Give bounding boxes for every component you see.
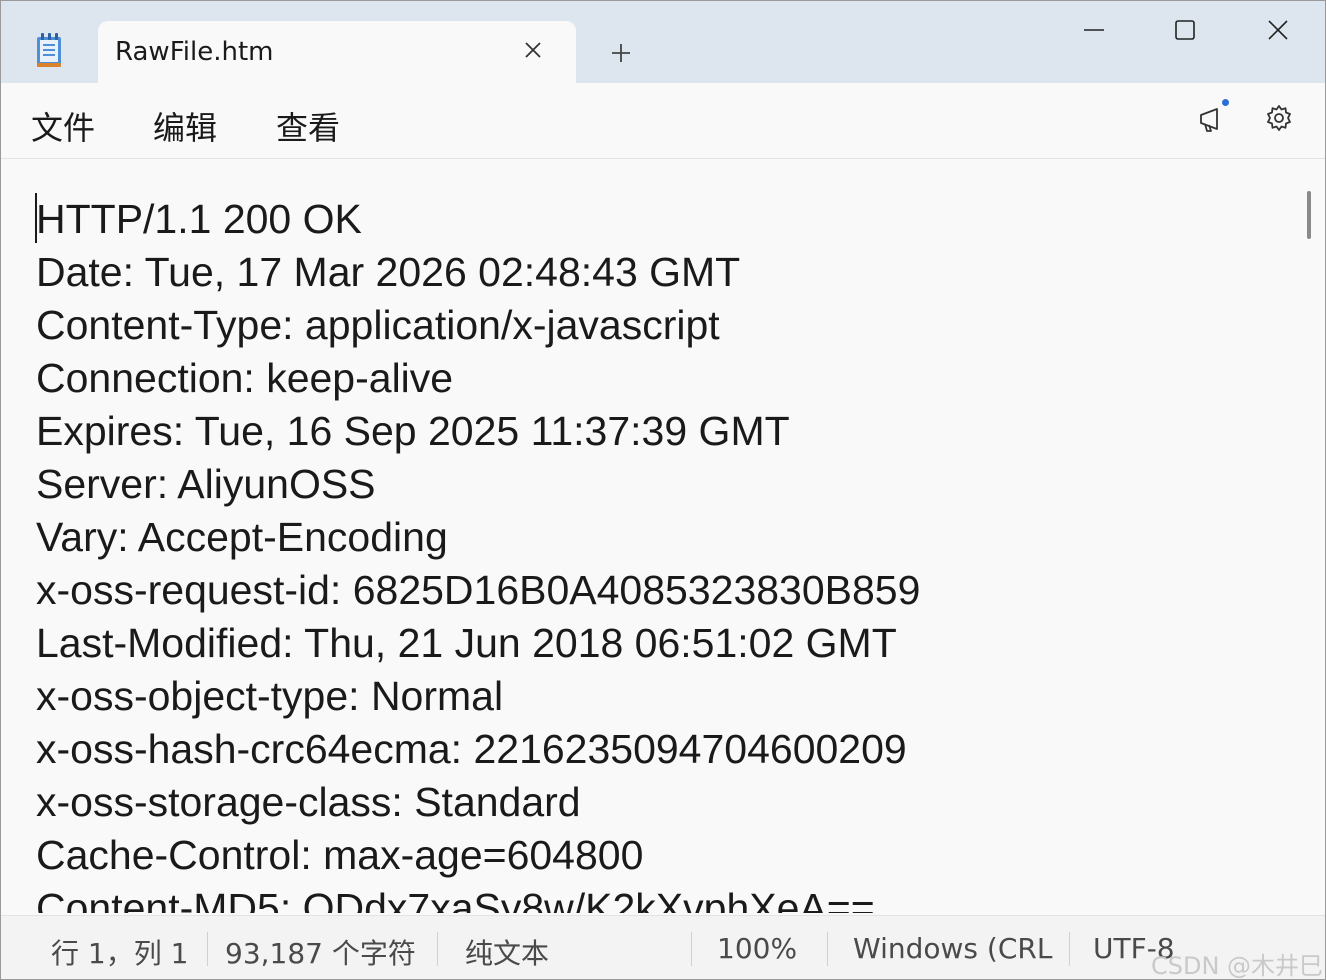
notification-dot bbox=[1222, 99, 1229, 106]
text-editor[interactable]: HTTP/1.1 200 OK Date: Tue, 17 Mar 2026 0… bbox=[1, 159, 1325, 915]
menu-edit[interactable]: 编辑 bbox=[153, 101, 217, 151]
notepad-window: RawFile.htm 文件 编辑 查看 HTTP/1.1 200 OK Dat… bbox=[0, 0, 1326, 980]
close-window-button[interactable] bbox=[1253, 9, 1303, 51]
line-ending[interactable]: Windows (CRLF) bbox=[853, 932, 1055, 965]
text-line: x-oss-object-type: Normal bbox=[36, 673, 504, 719]
menu-view[interactable]: 查看 bbox=[276, 101, 340, 151]
status-divider bbox=[1069, 932, 1070, 966]
text-line: Vary: Accept-Encoding bbox=[36, 514, 448, 560]
minimize-icon bbox=[1084, 29, 1104, 31]
vertical-scrollbar[interactable] bbox=[1301, 169, 1319, 909]
text-line: Last-Modified: Thu, 21 Jun 2018 06:51:02… bbox=[36, 620, 897, 666]
text-line: HTTP/1.1 200 OK bbox=[36, 196, 362, 242]
maximize-icon bbox=[1175, 20, 1195, 40]
feedback-button[interactable] bbox=[1191, 97, 1235, 141]
text-line: Content-MD5: QDdx7xaSy8w/K2kXvphXeA== bbox=[36, 885, 875, 913]
new-tab-button[interactable] bbox=[601, 35, 641, 71]
close-tab-button[interactable] bbox=[518, 35, 548, 65]
text-line: Connection: keep-alive bbox=[36, 355, 454, 401]
text-line: Date: Tue, 17 Mar 2026 02:48:43 GMT bbox=[36, 249, 741, 295]
gear-icon bbox=[1267, 105, 1291, 131]
text-line: Expires: Tue, 16 Sep 2025 11:37:39 GMT bbox=[36, 408, 790, 454]
close-icon bbox=[1268, 20, 1288, 40]
status-divider bbox=[691, 932, 692, 966]
status-divider bbox=[207, 932, 208, 966]
document-text[interactable]: HTTP/1.1 200 OK Date: Tue, 17 Mar 2026 0… bbox=[36, 193, 1286, 913]
text-line: x-oss-request-id: 6825D16B0A4085323830B8… bbox=[36, 567, 921, 613]
zoom-level[interactable]: 100% bbox=[717, 932, 797, 965]
scrollbar-thumb[interactable] bbox=[1307, 191, 1311, 239]
watermark: CSDN @木井巳 bbox=[1151, 952, 1324, 980]
text-line: Server: AliyunOSS bbox=[36, 461, 376, 507]
close-icon bbox=[525, 42, 541, 58]
text-line: Content-Type: application/x-javascript bbox=[36, 302, 720, 348]
text-line: x-oss-storage-class: Standard bbox=[36, 779, 581, 825]
cursor-position[interactable]: 行 1，列 1 bbox=[51, 932, 188, 972]
megaphone-icon bbox=[1200, 108, 1218, 132]
plus-icon bbox=[612, 44, 630, 62]
file-type: 纯文本 bbox=[465, 937, 550, 970]
text-line: x-oss-hash-crc64ecma: 221623509470460020… bbox=[36, 726, 907, 772]
notepad-icon bbox=[35, 33, 65, 69]
title-bar: RawFile.htm bbox=[1, 1, 1325, 83]
maximize-button[interactable] bbox=[1160, 9, 1210, 51]
tab-rawfile[interactable]: RawFile.htm bbox=[98, 21, 576, 83]
tab-title: RawFile.htm bbox=[115, 37, 274, 67]
menu-file[interactable]: 文件 bbox=[31, 101, 95, 151]
menu-bar: 文件 编辑 查看 bbox=[1, 83, 1325, 159]
text-line: Cache-Control: max-age=604800 bbox=[36, 832, 644, 878]
minimize-button[interactable] bbox=[1069, 9, 1119, 51]
status-divider bbox=[827, 932, 828, 966]
character-count: 93,187 个字符 bbox=[225, 937, 416, 970]
status-bar: 行 1，列 1 93,187 个字符 纯文本 100% Windows (CRL… bbox=[1, 915, 1325, 980]
settings-button[interactable] bbox=[1257, 97, 1301, 141]
status-divider bbox=[437, 932, 438, 966]
